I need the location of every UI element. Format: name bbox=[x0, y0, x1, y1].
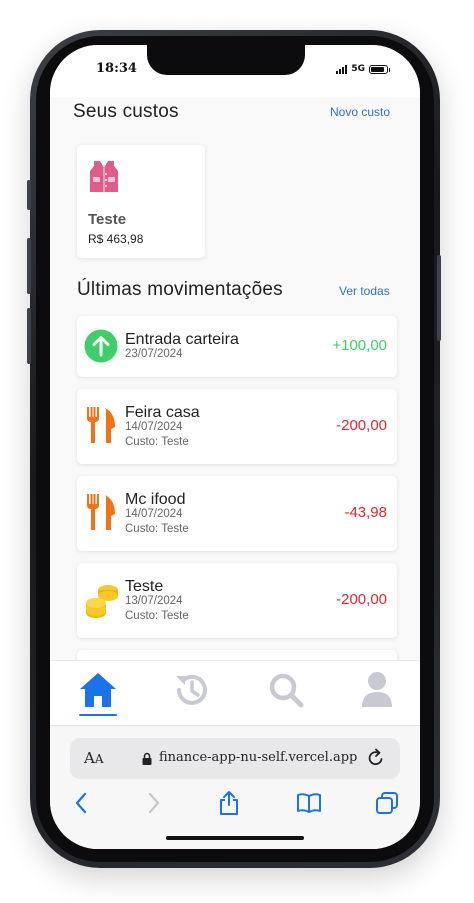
network-label: 5G bbox=[351, 64, 365, 74]
signal-icon bbox=[336, 64, 348, 74]
home-icon bbox=[80, 673, 116, 707]
reload-icon[interactable] bbox=[366, 748, 386, 768]
movement-amount: -200,00 bbox=[336, 417, 387, 434]
movement-cost: Custo: Teste bbox=[125, 436, 189, 448]
tabs-button[interactable] bbox=[372, 788, 402, 818]
movement-cost: Custo: Teste bbox=[125, 610, 189, 622]
forward-button[interactable] bbox=[139, 788, 169, 818]
movement-title: Entrada carteira bbox=[125, 331, 239, 348]
movement-date: 14/07/2024 bbox=[125, 508, 183, 520]
chevron-left-icon bbox=[75, 792, 87, 814]
active-tab-indicator bbox=[79, 714, 117, 716]
new-cost-link[interactable]: Novo custo bbox=[330, 105, 390, 119]
battery-icon bbox=[369, 64, 390, 74]
address-bar[interactable]: AA finance-app-nu-self.vercel.app bbox=[70, 738, 400, 779]
fork-knife-icon bbox=[87, 494, 115, 530]
tab-home[interactable] bbox=[77, 669, 119, 711]
tab-bar bbox=[50, 660, 420, 726]
volume-down-button bbox=[27, 308, 31, 364]
back-button[interactable] bbox=[66, 788, 96, 818]
tabs-icon bbox=[376, 792, 398, 814]
power-button bbox=[437, 255, 441, 341]
cost-value: R$ 463,98 bbox=[88, 232, 144, 246]
arrow-up-circle-icon bbox=[84, 329, 118, 363]
text-size-button[interactable]: AA bbox=[84, 749, 104, 767]
search-icon bbox=[269, 673, 304, 708]
url-text: finance-app-nu-self.vercel.app bbox=[159, 750, 358, 765]
fork-knife-icon bbox=[87, 407, 115, 443]
movement-title: Teste bbox=[125, 578, 164, 595]
tab-profile[interactable] bbox=[356, 669, 398, 711]
volume-up-button bbox=[27, 238, 31, 294]
book-icon bbox=[297, 793, 321, 813]
history-icon bbox=[176, 674, 207, 705]
movement-card[interactable] bbox=[77, 650, 397, 660]
movement-amount: -200,00 bbox=[336, 591, 387, 608]
movement-card[interactable]: Entrada carteira 23/07/2024 +100,00 bbox=[77, 316, 397, 377]
notch bbox=[147, 45, 305, 75]
lock-icon bbox=[142, 752, 152, 765]
user-icon bbox=[362, 672, 392, 707]
status-icons: 5G bbox=[336, 64, 390, 74]
phone-screen: 18:34 5G Seus custos Novo custo Teste R$… bbox=[50, 45, 420, 849]
cost-card[interactable]: Teste R$ 463,98 bbox=[77, 145, 205, 258]
chevron-right-icon bbox=[148, 792, 160, 814]
home-indicator bbox=[166, 836, 304, 840]
tab-search[interactable] bbox=[265, 669, 307, 711]
status-time: 18:34 bbox=[96, 61, 137, 76]
share-icon bbox=[220, 791, 238, 815]
movements-section-title: Últimas movimentações bbox=[77, 279, 283, 300]
movement-cost: Custo: Teste bbox=[125, 523, 189, 535]
movement-title: Mc ifood bbox=[125, 491, 186, 508]
movement-amount: -43,98 bbox=[344, 504, 387, 521]
tab-history[interactable] bbox=[171, 669, 213, 711]
movement-date: 23/07/2024 bbox=[125, 348, 183, 360]
status-bar: 18:34 5G bbox=[50, 45, 420, 97]
bookmarks-button[interactable] bbox=[294, 788, 324, 818]
coins-icon bbox=[86, 585, 118, 618]
mute-switch bbox=[27, 180, 31, 210]
share-button[interactable] bbox=[214, 788, 244, 818]
movement-title: Feira casa bbox=[125, 404, 200, 421]
costs-section-title: Seus custos bbox=[73, 101, 179, 122]
movement-card[interactable]: Feira casa 14/07/2024 Custo: Teste -200,… bbox=[77, 389, 397, 464]
browser-toolbar: AA finance-app-nu-self.vercel.app bbox=[50, 725, 420, 849]
main-content: Seus custos Novo custo Teste R$ 463,98 Ú… bbox=[50, 97, 420, 660]
cost-name: Teste bbox=[88, 211, 127, 228]
movement-card[interactable]: Mc ifood 14/07/2024 Custo: Teste -43,98 bbox=[77, 476, 397, 551]
movement-card[interactable]: Teste 13/07/2024 Custo: Teste -200,00 bbox=[77, 563, 397, 638]
see-all-link[interactable]: Ver todas bbox=[339, 284, 390, 298]
movement-date: 14/07/2024 bbox=[125, 421, 183, 433]
movement-date: 13/07/2024 bbox=[125, 595, 183, 607]
movement-amount: +100,00 bbox=[332, 337, 387, 354]
vest-icon bbox=[90, 161, 118, 192]
